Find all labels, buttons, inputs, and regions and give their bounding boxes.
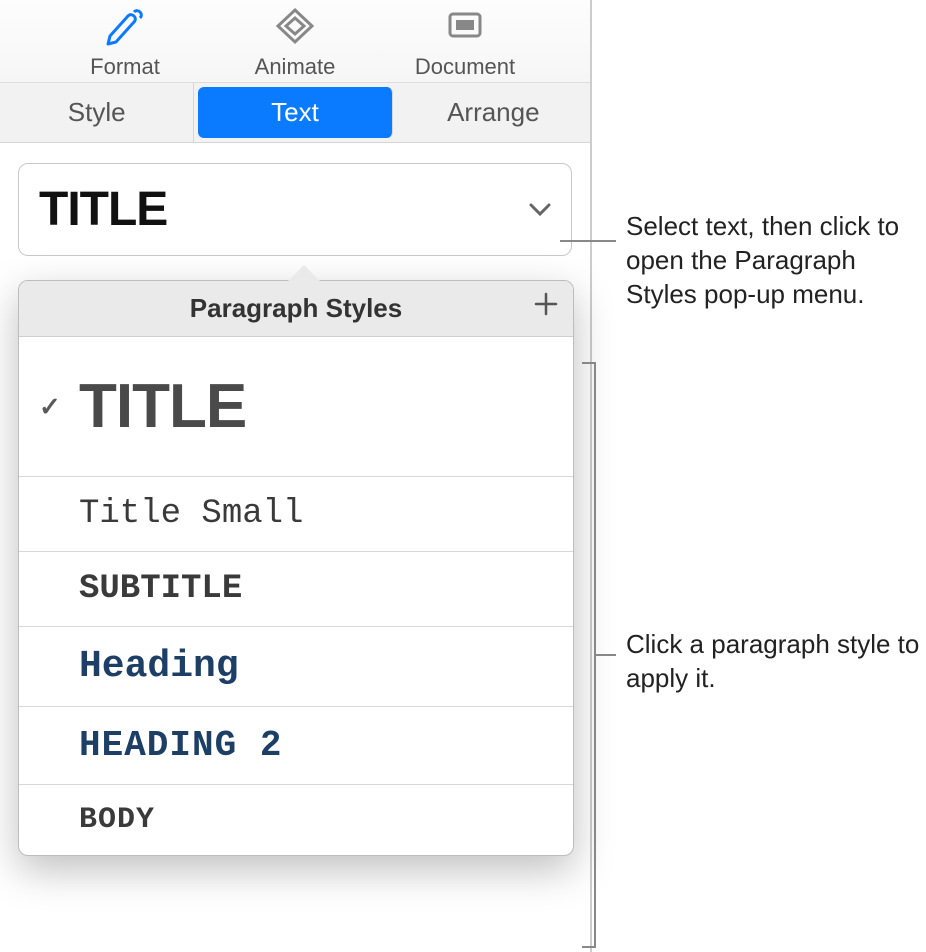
toolbar-label: Animate [255,54,336,80]
toolbar-label: Document [415,54,515,80]
paragraph-styles-popover: Paragraph Styles ✓ TITLE Title Small SUB… [18,280,574,856]
document-icon [442,6,488,52]
toolbar: Format Animate Document [0,0,590,83]
style-label: TITLE [79,372,246,441]
style-item-heading[interactable]: Heading [19,627,573,707]
format-button[interactable]: Format [55,6,195,80]
style-label: BODY [79,803,155,837]
callout-top: Select text, then click to open the Para… [626,210,926,311]
callout-line [596,654,616,656]
callout-bottom: Click a paragraph style to apply it. [626,628,926,696]
format-icon [102,6,148,52]
tab-style[interactable]: Style [0,83,194,142]
paragraph-style-selector[interactable]: TITLE [18,163,572,256]
style-item-heading-2[interactable]: HEADING 2 [19,707,573,785]
style-item-subtitle[interactable]: SUBTITLE [19,552,573,627]
callout-bracket [582,362,596,948]
popover-title: Paragraph Styles [190,293,402,324]
check-icon: ✓ [39,391,60,422]
style-item-title[interactable]: ✓ TITLE [19,337,573,477]
document-button[interactable]: Document [395,6,535,80]
animate-icon [272,6,318,52]
style-list: ✓ TITLE Title Small SUBTITLE Heading HEA… [19,337,573,855]
style-label: Title Small [79,495,303,533]
tab-text[interactable]: Text [198,87,392,138]
style-item-title-small[interactable]: Title Small [19,477,573,552]
style-label: HEADING 2 [79,725,282,766]
style-item-body[interactable]: BODY [19,785,573,855]
style-label: Heading [79,645,239,688]
add-style-button[interactable] [533,291,559,325]
animate-button[interactable]: Animate [225,6,365,80]
toolbar-label: Format [90,54,160,80]
inspector-panel: Format Animate Document Style Text Arran… [0,0,592,952]
popover-title-bar: Paragraph Styles [19,281,573,337]
chevron-down-icon [529,197,551,223]
callout-line [560,240,616,242]
popover-caret [288,265,320,281]
tab-arrange[interactable]: Arrange [397,83,590,142]
current-style-label: TITLE [39,182,167,237]
subtabs: Style Text Arrange [0,83,590,143]
style-label: SUBTITLE [79,570,242,608]
